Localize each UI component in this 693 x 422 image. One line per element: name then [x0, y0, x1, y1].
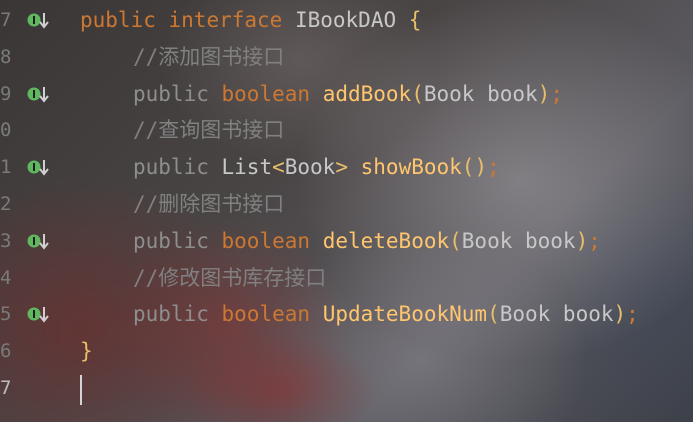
code-token: (	[449, 228, 462, 253]
line-number: 8	[0, 45, 12, 68]
code-token: {	[408, 8, 422, 32]
code-text: //添加图书接口	[133, 39, 284, 75]
code-token: (	[487, 302, 500, 327]
code-token: (	[411, 81, 424, 106]
code-token: showBook	[360, 155, 462, 180]
code-token: interface	[168, 8, 283, 32]
code-token: public	[80, 8, 156, 32]
code-token: deleteBook	[322, 228, 450, 253]
code-token: >	[335, 155, 348, 180]
code-text: public boolean addBook(Book book);	[133, 76, 563, 112]
code-token: public	[133, 302, 209, 327]
code-token: )	[537, 81, 551, 106]
code-token: //添加图书接口	[133, 44, 285, 69]
code-token: ;	[626, 302, 639, 327]
line-number: 5	[0, 303, 12, 326]
code-token: boolean	[221, 81, 311, 106]
code-token: Book book	[423, 81, 538, 106]
line-number: 7	[0, 9, 12, 31]
code-token: ;	[550, 81, 563, 106]
implemented-interface-arrow-down-icon[interactable]	[27, 305, 49, 325]
line-number: 1	[0, 156, 12, 179]
code-token: Book book	[461, 228, 576, 253]
implemented-interface-arrow-down-icon[interactable]	[27, 11, 49, 31]
code-line[interactable]: 4 //修改图书库存接口	[0, 260, 693, 296]
implemented-interface-arrow-down-icon[interactable]	[27, 232, 49, 252]
code-text: public List<Book> showBook();	[133, 149, 500, 185]
code-token: addBook	[322, 81, 412, 106]
code-token: Book	[284, 155, 336, 180]
line-number: 9	[0, 82, 12, 105]
code-token: ()	[461, 155, 488, 180]
code-token: //查询图书接口	[133, 118, 285, 143]
line-number: 7	[0, 377, 12, 399]
code-line[interactable]: 5 public boolean UpdateBookNum(Book book)…	[0, 296, 693, 332]
code-line[interactable]: 2 //删除图书接口	[0, 186, 693, 222]
code-line[interactable]: 3 public boolean deleteBook(Book book);	[0, 223, 693, 259]
text-caret	[80, 375, 82, 405]
code-line[interactable]: 9 public boolean addBook(Book book);	[0, 76, 693, 112]
code-line[interactable]: 0 //查询图书接口	[0, 112, 693, 148]
code-text: //修改图书库存接口	[133, 260, 326, 296]
line-number: 6	[0, 340, 12, 363]
code-editor[interactable]: 7 public interface IBookDAO {8//添加图书接口 9 pu…	[0, 0, 693, 422]
code-token: Book book	[499, 302, 614, 327]
code-token: boolean	[221, 302, 311, 327]
code-token: ;	[588, 228, 601, 253]
code-text: //查询图书接口	[133, 112, 284, 148]
code-token: }	[80, 339, 93, 364]
line-number: 0	[0, 119, 12, 142]
code-text: public interface IBookDAO {	[80, 2, 421, 38]
code-token: ;	[487, 155, 500, 180]
code-token: //修改图书库存接口	[133, 265, 327, 290]
code-token: public	[133, 155, 209, 180]
code-text: }	[80, 333, 93, 369]
code-token: //删除图书接口	[133, 192, 285, 216]
code-token: IBookDAO	[294, 8, 397, 32]
code-token: )	[613, 302, 627, 327]
implemented-interface-arrow-down-icon[interactable]	[27, 85, 49, 105]
code-token: List	[221, 155, 273, 180]
code-token: )	[575, 228, 589, 253]
code-text: public boolean deleteBook(Book book);	[133, 223, 601, 259]
code-line[interactable]: 7	[0, 370, 693, 406]
code-line[interactable]: 1 public List<Book> showBook();	[0, 149, 693, 185]
code-line[interactable]: 6}	[0, 333, 693, 369]
line-number: 2	[0, 193, 12, 215]
implemented-interface-arrow-down-icon[interactable]	[27, 158, 49, 178]
code-line[interactable]: 7 public interface IBookDAO {	[0, 2, 693, 38]
code-token: UpdateBookNum	[322, 302, 488, 327]
line-number: 3	[0, 229, 12, 252]
code-text: public boolean UpdateBookNum(Book book);	[133, 296, 639, 332]
code-token: public	[133, 228, 209, 253]
code-token: public	[133, 81, 209, 106]
line-number: 4	[0, 266, 12, 289]
code-token: boolean	[221, 228, 311, 253]
code-line[interactable]: 8 //添加图书接口	[0, 39, 693, 75]
code-token: <	[272, 155, 285, 180]
code-text: //删除图书接口	[133, 186, 284, 222]
